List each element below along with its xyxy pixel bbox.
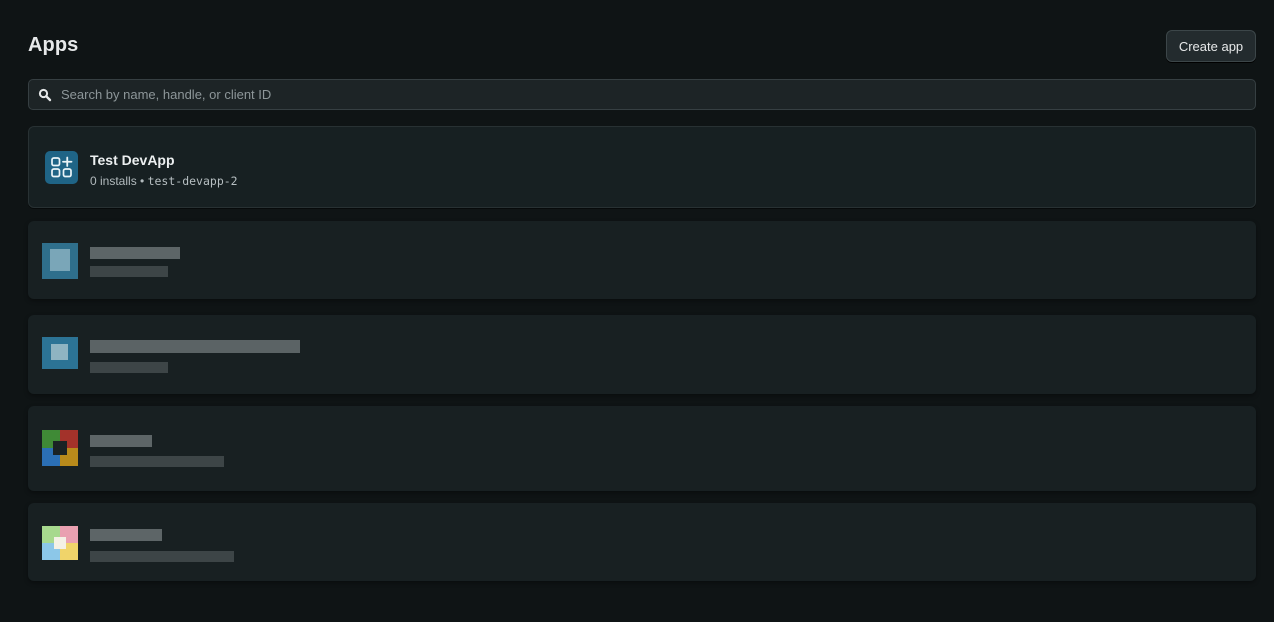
redacted-pixel	[53, 441, 67, 455]
create-app-button[interactable]: Create app	[1166, 30, 1256, 62]
redacted-subtitle	[90, 266, 168, 277]
redacted-pixel	[54, 537, 66, 549]
redacted-title	[90, 340, 300, 353]
page-header: Apps Create app	[28, 30, 1256, 62]
app-handle: test-devapp-2	[147, 174, 238, 188]
app-grid-plus-icon	[45, 151, 78, 184]
redacted-app-card[interactable]	[28, 406, 1256, 491]
redacted-subtitle	[90, 362, 168, 373]
redacted-app-card[interactable]	[28, 315, 1256, 394]
redacted-app-card[interactable]	[28, 503, 1256, 581]
redacted-app-card[interactable]	[28, 221, 1256, 299]
search-icon	[38, 88, 52, 102]
app-card-test-devapp[interactable]: Test DevApp 0 installs • test-devapp-2	[28, 126, 1256, 208]
app-name: Test DevApp	[90, 152, 175, 168]
redacted-title	[90, 247, 180, 259]
redacted-title	[90, 435, 152, 447]
page-title: Apps	[28, 34, 79, 56]
meta-separator: •	[140, 174, 145, 188]
search-bar[interactable]	[28, 79, 1256, 110]
redacted-subtitle	[90, 456, 224, 467]
redacted-subtitle	[90, 551, 234, 562]
redacted-pixel	[51, 344, 68, 360]
redacted-title	[90, 529, 162, 541]
apps-page: Apps Create app Test DevApp 0 installs •…	[0, 0, 1274, 622]
app-meta: 0 installs • test-devapp-2	[90, 174, 238, 188]
search-input[interactable]	[61, 80, 1247, 109]
redacted-pixel	[50, 249, 70, 271]
app-installs: 0 installs	[90, 174, 137, 188]
